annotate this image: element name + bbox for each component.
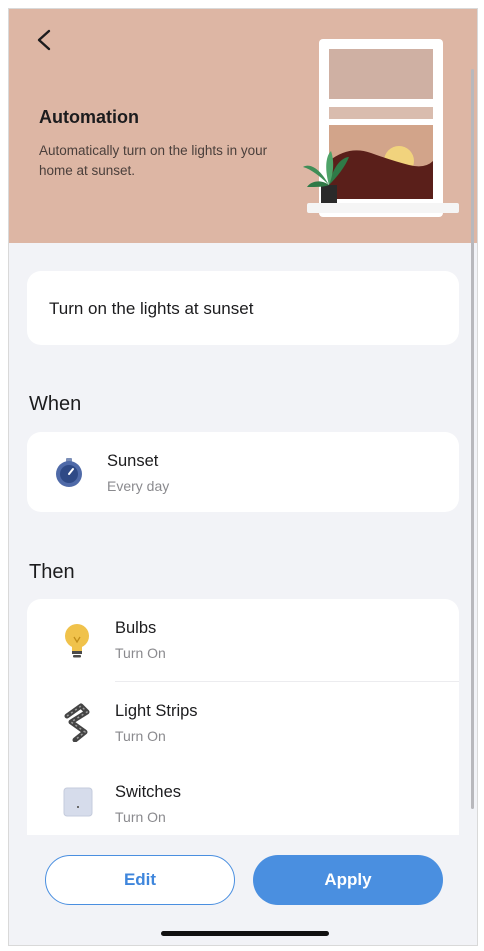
automation-name: Turn on the lights at sunset	[49, 299, 254, 318]
then-section-title: Then	[29, 561, 75, 583]
automation-name-card[interactable]: Turn on the lights at sunset	[27, 271, 459, 345]
edit-button[interactable]: Edit	[45, 855, 235, 905]
trigger-title: Sunset	[107, 452, 159, 470]
switch-icon	[63, 787, 93, 817]
when-section-title: When	[29, 393, 82, 415]
action-row-bulbs[interactable]: Bulbs Turn On	[27, 599, 459, 681]
action-title: Switches	[115, 783, 182, 801]
light-strip-icon	[64, 703, 90, 742]
automation-header: Automation Automatically turn on the lig…	[9, 9, 477, 243]
action-subtitle: Turn On	[115, 645, 166, 661]
action-row-switches[interactable]: Switches Turn On	[27, 765, 459, 839]
action-subtitle: Turn On	[115, 809, 166, 825]
bulb-icon	[65, 624, 89, 658]
then-actions-card: Bulbs Turn On Light Strips Turn On Switc…	[27, 599, 459, 839]
automation-screen: Automation Automatically turn on the lig…	[8, 8, 478, 946]
header-description: Automatically turn on the lights in your…	[39, 143, 268, 178]
trigger-subtitle: Every day	[107, 478, 170, 494]
action-row-light-strips[interactable]: Light Strips Turn On	[27, 682, 459, 764]
action-title: Bulbs	[115, 619, 157, 637]
home-indicator[interactable]	[161, 931, 329, 936]
header-title: Automation	[39, 107, 139, 127]
apply-button[interactable]: Apply	[253, 855, 443, 905]
scrollbar[interactable]	[471, 69, 474, 809]
sunset-clock-icon	[56, 458, 82, 487]
action-title: Light Strips	[115, 702, 198, 720]
sunset-window-illustration	[303, 39, 459, 217]
action-subtitle: Turn On	[115, 728, 166, 744]
bottom-action-bar: Edit Apply	[9, 835, 477, 945]
back-arrow-icon[interactable]	[31, 25, 61, 55]
when-trigger-card[interactable]: Sunset Every day	[27, 432, 459, 512]
